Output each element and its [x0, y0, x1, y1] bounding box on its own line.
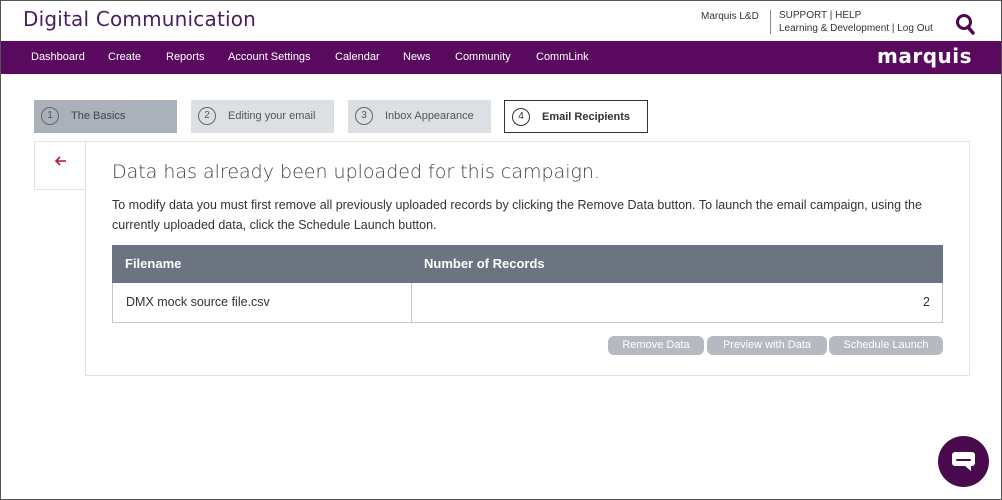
- step-number: 2: [198, 107, 216, 125]
- table-header-row: Filename Number of Records: [112, 245, 943, 283]
- step-number: 3: [355, 107, 373, 125]
- cell-records: 2: [923, 295, 930, 309]
- help-link[interactable]: HELP: [835, 10, 861, 21]
- app-title: Digital Communication: [23, 7, 257, 31]
- link-divider: |: [829, 10, 833, 21]
- nav-create[interactable]: Create: [108, 51, 141, 63]
- step-the-basics[interactable]: 1 The Basics: [34, 100, 177, 133]
- column-header-filename: Filename: [125, 256, 182, 271]
- step-label: Inbox Appearance: [385, 110, 474, 122]
- column-header-records: Number of Records: [424, 256, 545, 271]
- preview-with-data-button[interactable]: Preview with Data: [707, 336, 827, 355]
- step-label: Email Recipients: [542, 111, 631, 123]
- step-label: Editing your email: [228, 110, 316, 122]
- cell-filename: DMX mock source file.csv: [126, 295, 270, 309]
- nav-commlink[interactable]: CommLink: [536, 51, 589, 63]
- nav-dashboard[interactable]: Dashboard: [31, 51, 85, 63]
- chat-button[interactable]: [938, 436, 989, 487]
- header-links: SUPPORT | HELP Learning & Development | …: [779, 9, 933, 35]
- nav-community[interactable]: Community: [455, 51, 511, 63]
- nav-news[interactable]: News: [403, 51, 431, 63]
- step-editing-email[interactable]: 2 Editing your email: [191, 100, 334, 133]
- table-row: DMX mock source file.csv 2: [112, 283, 943, 323]
- learning-link[interactable]: Learning & Development: [779, 23, 889, 34]
- back-button[interactable]: [34, 141, 85, 190]
- top-header: Digital Communication Marquis L&D SUPPOR…: [1, 1, 1001, 41]
- uploaded-files-table: Filename Number of Records DMX mock sour…: [112, 245, 943, 323]
- search-icon[interactable]: [955, 13, 975, 35]
- logout-link[interactable]: Log Out: [897, 23, 933, 34]
- link-divider: |: [891, 23, 895, 34]
- schedule-launch-button[interactable]: Schedule Launch: [829, 336, 943, 355]
- step-email-recipients[interactable]: 4 Email Recipients: [504, 100, 648, 133]
- chat-bubble-icon: [952, 452, 975, 471]
- brand-logo[interactable]: marquis: [877, 44, 972, 68]
- user-name[interactable]: Marquis L&D: [701, 11, 759, 22]
- main-nav: Dashboard Create Reports Account Setting…: [1, 41, 1001, 74]
- panel-description: To modify data you must first remove all…: [112, 198, 922, 232]
- nav-calendar[interactable]: Calendar: [335, 51, 380, 63]
- step-number: 4: [512, 108, 530, 126]
- remove-data-button[interactable]: Remove Data: [608, 336, 704, 355]
- step-number: 1: [41, 107, 59, 125]
- step-label: The Basics: [71, 110, 126, 122]
- support-link[interactable]: SUPPORT: [779, 10, 827, 21]
- step-inbox-appearance[interactable]: 3 Inbox Appearance: [348, 100, 491, 133]
- upload-panel: Data has already been uploaded for this …: [85, 141, 970, 376]
- panel-title: Data has already been uploaded for this …: [112, 161, 600, 183]
- nav-account-settings[interactable]: Account Settings: [228, 51, 311, 63]
- arrow-left-icon: [54, 156, 66, 166]
- header-divider: [770, 10, 771, 34]
- cell-divider: [411, 283, 412, 322]
- nav-reports[interactable]: Reports: [166, 51, 205, 63]
